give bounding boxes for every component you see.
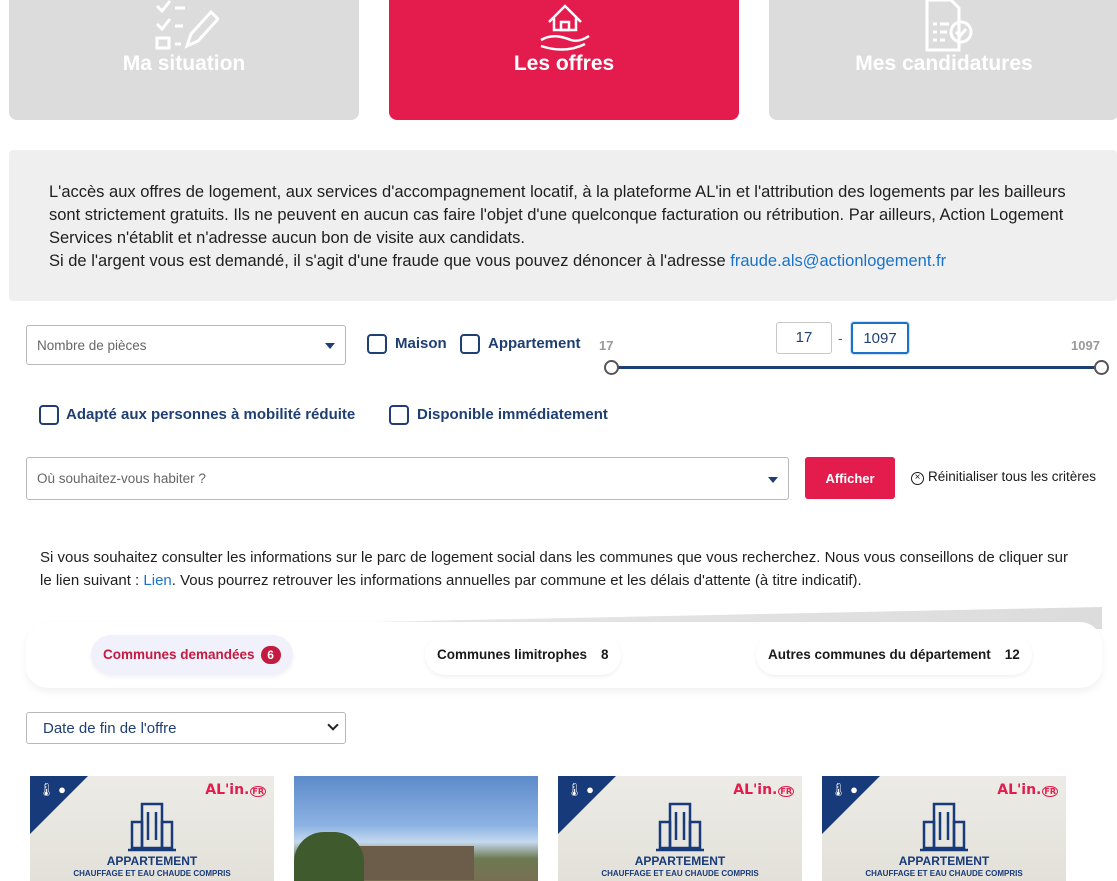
card-subtitle: CHAUFFAGE ET EAU CHAUDE COMPRIS [73,869,231,878]
alin-logo: AL'in. FR [997,782,1058,798]
alin-logo: AL'in. FR [733,782,794,798]
info-link[interactable]: Lien [143,572,171,589]
tab-label: Autres communes du département [768,647,991,662]
close-circle-icon: × [911,472,924,485]
brand-text: AL'in. [997,782,1042,798]
tab-label: Communes demandées [103,647,255,662]
building-icon [920,802,968,852]
card-subtitle: CHAUFFAGE ET EAU CHAUDE COMPRIS [865,869,1023,878]
appartement-label: Appartement [488,335,581,352]
tab-ma-situation[interactable]: Ma situation [9,0,359,120]
rooms-placeholder: Nombre de pièces [37,338,147,353]
thermometer-drop-icon: 🌡︎ ● [830,782,858,797]
range-min-input[interactable]: 17 [776,322,832,354]
offer-card[interactable]: 🌡︎ ● AL'in. FR APPARTEMENT CHAUFFAGE ET E… [822,776,1066,881]
range-max-input[interactable]: 1097 [851,322,909,354]
offer-card[interactable]: 🌡︎ ● AL'in. FR APPARTEMENT CHAUFFAGE ET E… [30,776,274,881]
reset-label: Réinitialiser tous les critères [928,469,1097,484]
range-min-handle[interactable] [604,360,619,375]
maison-checkbox[interactable] [367,334,387,354]
brand-text: AL'in. [205,782,250,798]
caret-down-icon [325,343,335,349]
checklist-pencil-icon [155,0,219,50]
count-badge: 6 [260,646,281,664]
sort-selected-value: Date de fin de l'offre [43,720,177,737]
range-max-handle[interactable] [1094,360,1109,375]
tab-label: Ma situation [122,52,246,75]
alin-logo: AL'in. FR [205,782,266,798]
offer-card-photo[interactable] [294,776,538,881]
tab-mes-candidatures[interactable]: Mes candidatures [769,0,1117,120]
tab-label: Les offres [513,52,615,75]
info-paragraph: Si vous souhaitez consulter les informat… [40,546,1070,592]
range-min-label: 17 [599,338,614,353]
brand-badge: FR [778,786,794,797]
card-subtitle: CHAUFFAGE ET EAU CHAUDE COMPRIS [601,869,759,878]
brand-badge: FR [1042,786,1058,797]
offer-card[interactable]: 🌡︎ ● AL'in. FR APPARTEMENT CHAUFFAGE ET E… [558,776,802,881]
tab-label: Mes candidatures [855,52,1033,75]
dispo-label: Disponible immédiatement [417,406,608,423]
card-title: APPARTEMENT [634,854,726,868]
tab-communes-demandees[interactable]: Communes demandées 6 [91,635,293,675]
brand-text: AL'in. [733,782,778,798]
thermometer-drop-icon: 🌡︎ ● [38,782,66,797]
count-badge: 8 [601,647,609,662]
pmr-label: Adapté aux personnes à mobilité réduite [66,406,356,423]
card-title: APPARTEMENT [898,854,990,868]
range-track[interactable] [612,366,1102,369]
tab-les-offres[interactable]: Les offres [389,0,739,120]
info-text-after: . Vous pourrez retrouver les information… [171,572,862,589]
tab-autres-communes[interactable]: Autres communes du département 12 [756,635,1032,675]
notice-text: L'accès aux offres de logement, aux serv… [49,181,1094,273]
thermometer-drop-icon: 🌡︎ ● [566,782,594,797]
afficher-button[interactable]: Afficher [805,457,895,499]
notice-main-text: L'accès aux offres de logement, aux serv… [49,183,1066,247]
appartement-checkbox[interactable] [460,334,480,354]
notice-fraud-text: Si de l'argent vous est demandé, il s'ag… [49,252,726,270]
maison-label: Maison [395,335,447,352]
rooms-select[interactable]: Nombre de pièces [26,325,346,365]
house-hand-icon [540,4,590,51]
range-separator: - [838,330,843,346]
range-max-label: 1097 [1071,338,1100,353]
building-icon [128,802,176,852]
count-badge: 12 [1004,647,1020,662]
brand-badge: FR [250,786,266,797]
location-placeholder: Où souhaitez-vous habiter ? [37,471,206,486]
dispo-checkbox[interactable] [389,405,409,425]
chevron-down-icon [327,719,339,731]
tree-shape [294,832,364,881]
document-check-icon [925,0,973,52]
tab-communes-limitrophes[interactable]: Communes limitrophes 8 [425,635,621,675]
fraud-notice: L'accès aux offres de logement, aux serv… [9,150,1117,301]
tab-label: Communes limitrophes [437,647,588,662]
fraud-email-link[interactable]: fraude.als@actionlogement.fr [730,252,946,270]
caret-down-icon [768,477,778,483]
sort-select[interactable]: Date de fin de l'offre [26,712,346,744]
card-title: APPARTEMENT [106,854,198,868]
building-icon [656,802,704,852]
reset-criteria-link[interactable]: × Réinitialiser tous les critères [911,469,1096,485]
location-select[interactable]: Où souhaitez-vous habiter ? [26,457,789,500]
pmr-checkbox[interactable] [39,405,59,425]
building-photo [354,846,474,880]
